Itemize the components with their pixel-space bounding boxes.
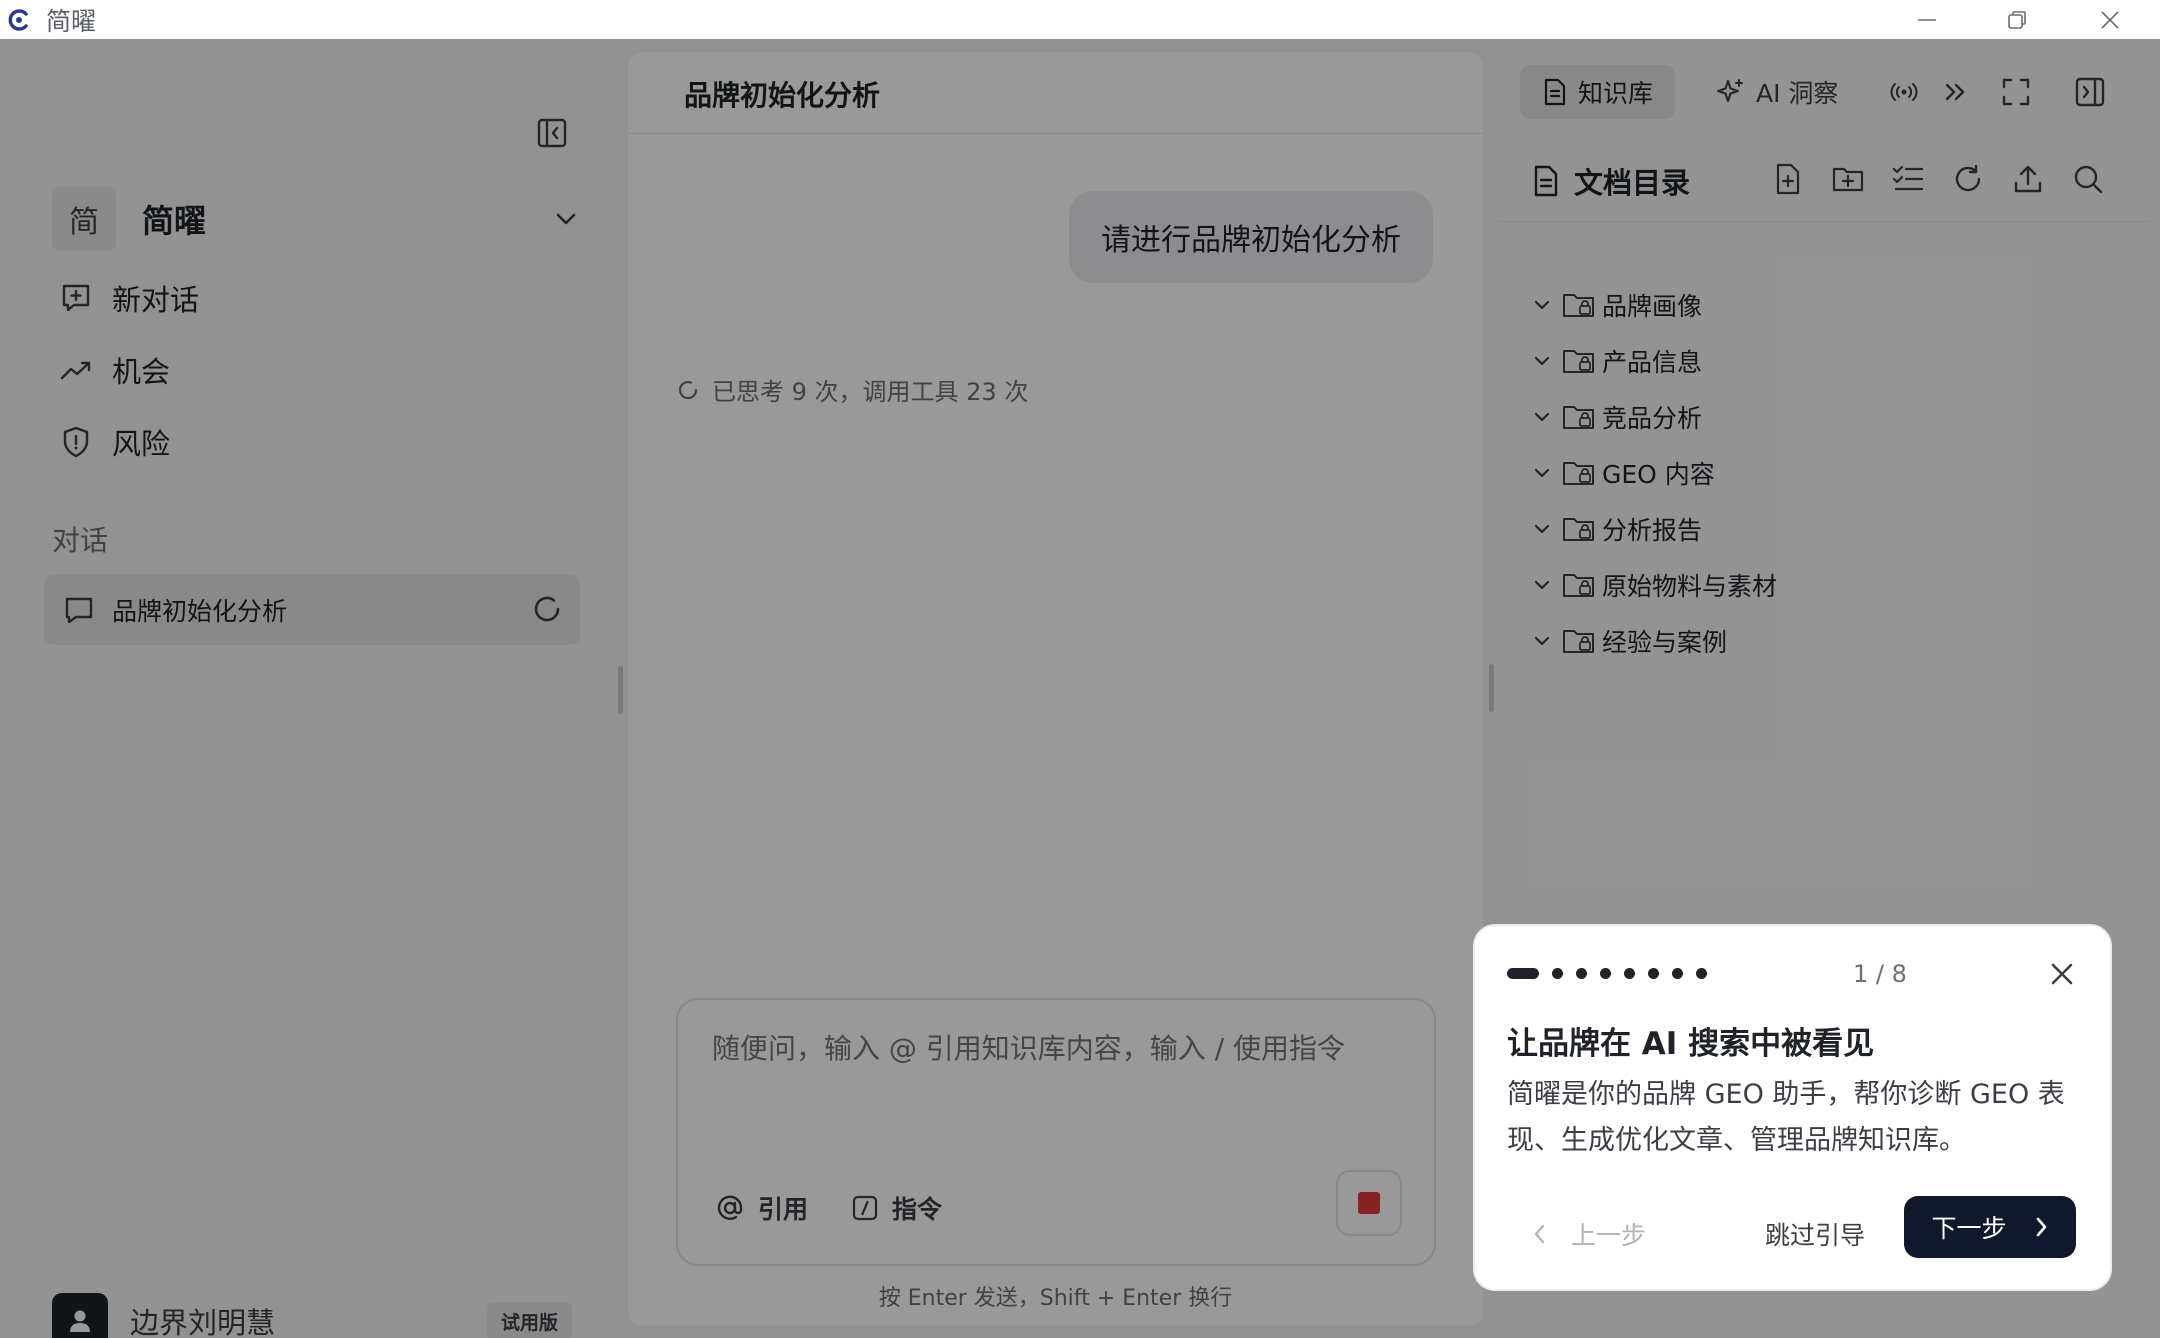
tour-skip-button[interactable]: 跳过引导 bbox=[1765, 1216, 1865, 1252]
restore-icon bbox=[2008, 10, 2026, 29]
tour-description: 简曜是你的品牌 GEO 助手，帮你诊断 GEO 表现、生成优化文章、管理品牌知识… bbox=[1507, 1079, 2065, 1156]
tour-dot bbox=[1696, 968, 1707, 979]
tour-prev-label: 上一步 bbox=[1571, 1221, 1647, 1250]
tour-dot-active bbox=[1507, 968, 1539, 979]
close-window-button[interactable] bbox=[2065, 0, 2155, 39]
tour-next-label: 下一步 bbox=[1931, 1214, 2007, 1243]
restore-button[interactable] bbox=[1972, 0, 2062, 39]
chevron-left-icon bbox=[1534, 1224, 1545, 1244]
tour-dot bbox=[1672, 968, 1683, 979]
chevron-right-icon bbox=[2036, 1217, 2046, 1237]
tour-close-button[interactable] bbox=[2048, 960, 2076, 988]
tour-next-button[interactable]: 下一步 bbox=[1904, 1196, 2076, 1258]
tour-dot bbox=[1576, 968, 1587, 979]
app-logo-icon bbox=[4, 5, 34, 35]
tour-prev-button[interactable]: 上一步 bbox=[1531, 1216, 1646, 1252]
minimize-icon bbox=[1918, 18, 1936, 21]
tour-title: 让品牌在 AI 搜索中被看见 bbox=[1507, 1026, 1875, 1062]
onboarding-tour-card: 1 / 8 让品牌在 AI 搜索中被看见 简曜是你的品牌 GEO 助手，帮你诊断… bbox=[1473, 924, 2112, 1291]
tour-step-counter: 1 / 8 bbox=[1853, 960, 1907, 988]
title-bar: 简曜 bbox=[0, 0, 2160, 39]
window-title: 简曜 bbox=[46, 6, 97, 36]
minimize-button[interactable] bbox=[1882, 0, 1972, 39]
close-icon bbox=[2051, 963, 2073, 985]
tour-progress-dots bbox=[1507, 968, 1720, 979]
tour-dot bbox=[1552, 968, 1563, 979]
tour-dot bbox=[1624, 968, 1635, 979]
close-icon bbox=[2101, 10, 2119, 29]
tour-dot bbox=[1600, 968, 1611, 979]
tour-dot bbox=[1648, 968, 1659, 979]
